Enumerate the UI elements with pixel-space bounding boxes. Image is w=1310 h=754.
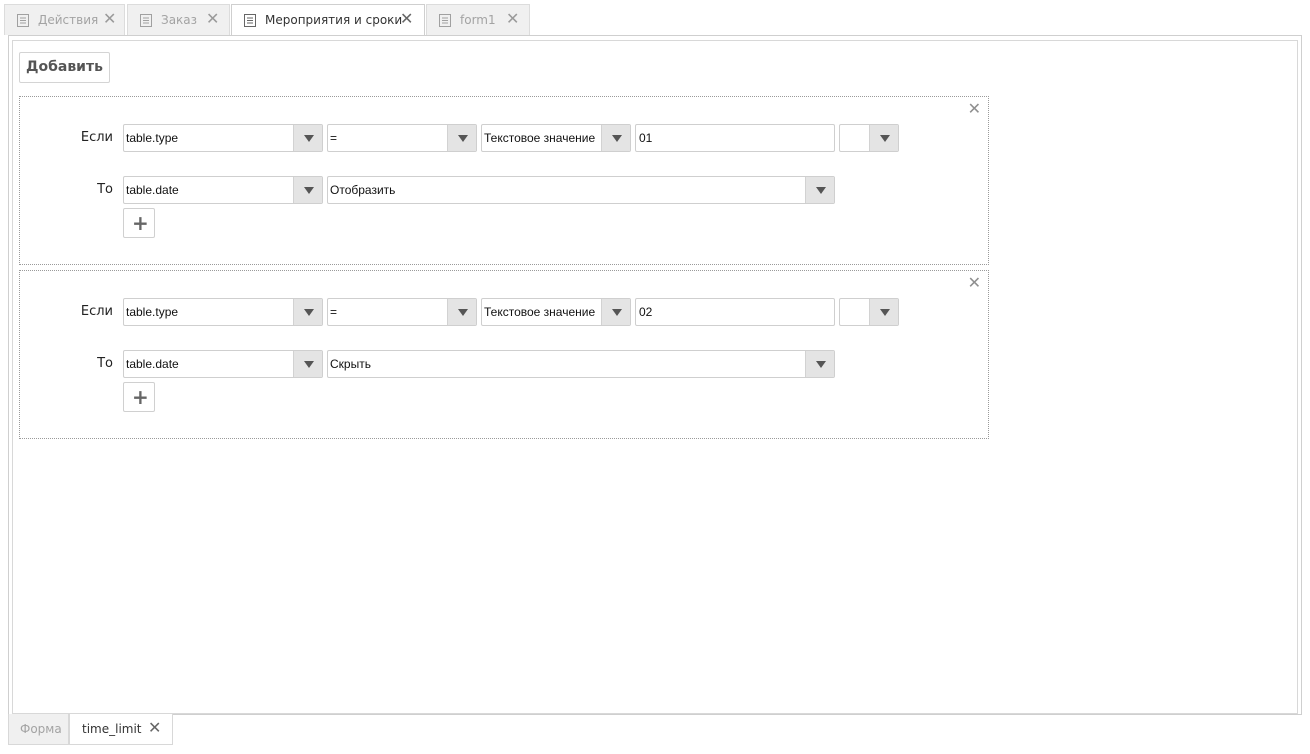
value-input[interactable]: 01: [635, 124, 835, 152]
tab-label: Форма: [20, 722, 62, 736]
select-value: Текстовое значение: [484, 305, 596, 319]
action-select[interactable]: Скрыть: [327, 350, 835, 378]
close-icon[interactable]: ✕: [506, 11, 519, 27]
select-value: =: [330, 305, 338, 319]
tab-actions[interactable]: Действия ✕: [4, 4, 125, 35]
tab-events-deadlines[interactable]: Мероприятия и сроки ✕: [231, 4, 425, 36]
then-label: То: [97, 182, 113, 197]
select-value: table.type: [126, 131, 179, 145]
close-icon[interactable]: ✕: [968, 100, 981, 118]
dropdown-arrow-icon[interactable]: [293, 351, 322, 377]
select-value: =: [330, 131, 338, 145]
select-value: Скрыть: [330, 357, 371, 371]
value-type-select[interactable]: Текстовое значение: [481, 298, 631, 326]
if-label: Если: [80, 304, 113, 319]
operator-select[interactable]: =: [327, 124, 477, 152]
extra-select[interactable]: [839, 124, 899, 152]
top-tab-bar: Действия ✕ Заказ ✕ Мероприятия и сроки ✕…: [0, 0, 1310, 36]
select-value: table.type: [126, 305, 179, 319]
close-icon[interactable]: ✕: [206, 11, 219, 27]
dropdown-arrow-icon[interactable]: [805, 177, 834, 203]
target-field-select[interactable]: table.date: [123, 350, 323, 378]
rule-block: ✕ Если table.type = Текстовое значение 0…: [19, 270, 989, 439]
operator-select[interactable]: =: [327, 298, 477, 326]
document-icon: [439, 14, 451, 27]
dropdown-arrow-icon[interactable]: [869, 299, 898, 325]
dropdown-arrow-icon[interactable]: [601, 125, 630, 151]
action-select[interactable]: Отобразить: [327, 176, 835, 204]
dropdown-arrow-icon[interactable]: [293, 125, 322, 151]
if-label: Если: [80, 130, 113, 145]
tab-label: time_limit: [82, 722, 142, 736]
close-icon[interactable]: ✕: [148, 720, 161, 736]
plus-icon: +: [132, 385, 149, 409]
condition-field-select[interactable]: table.type: [123, 298, 323, 326]
input-value: 01: [639, 131, 653, 145]
dropdown-arrow-icon[interactable]: [293, 177, 322, 203]
document-icon: [244, 14, 256, 27]
tab-form[interactable]: Форма: [8, 714, 69, 745]
tab-order[interactable]: Заказ ✕: [127, 4, 230, 35]
dropdown-arrow-icon[interactable]: [601, 299, 630, 325]
input-value: 02: [639, 305, 653, 319]
document-icon: [17, 14, 29, 27]
condition-field-select[interactable]: table.type: [123, 124, 323, 152]
document-icon: [140, 14, 152, 27]
select-value: Текстовое значение: [484, 131, 596, 145]
select-value: Отобразить: [330, 183, 396, 197]
value-input[interactable]: 02: [635, 298, 835, 326]
extra-select[interactable]: [839, 298, 899, 326]
dropdown-arrow-icon[interactable]: [447, 299, 476, 325]
select-value: table.date: [126, 183, 179, 197]
tab-form1[interactable]: form1 ✕: [426, 4, 530, 35]
tab-time-limit[interactable]: time_limit ✕: [69, 714, 173, 745]
tab-label: Заказ: [161, 13, 198, 27]
value-type-select[interactable]: Текстовое значение: [481, 124, 631, 152]
add-action-button[interactable]: +: [123, 382, 155, 412]
dropdown-arrow-icon[interactable]: [293, 299, 322, 325]
then-label: То: [97, 356, 113, 371]
rule-block: ✕ Если table.type = Текстовое значение 0…: [19, 96, 989, 265]
close-icon[interactable]: ✕: [400, 11, 413, 27]
tab-label: form1: [460, 13, 496, 27]
dropdown-arrow-icon[interactable]: [869, 125, 898, 151]
tab-label: Действия: [38, 13, 99, 27]
close-icon[interactable]: ✕: [103, 11, 116, 27]
close-icon[interactable]: ✕: [968, 274, 981, 292]
dropdown-arrow-icon[interactable]: [447, 125, 476, 151]
bottom-tab-bar: Форма time_limit ✕: [8, 714, 1302, 754]
select-value: table.date: [126, 357, 179, 371]
plus-icon: +: [132, 211, 149, 235]
target-field-select[interactable]: table.date: [123, 176, 323, 204]
tab-label: Мероприятия и сроки: [265, 13, 403, 27]
add-rule-button[interactable]: Добавить: [19, 52, 110, 83]
add-action-button[interactable]: +: [123, 208, 155, 238]
dropdown-arrow-icon[interactable]: [805, 351, 834, 377]
